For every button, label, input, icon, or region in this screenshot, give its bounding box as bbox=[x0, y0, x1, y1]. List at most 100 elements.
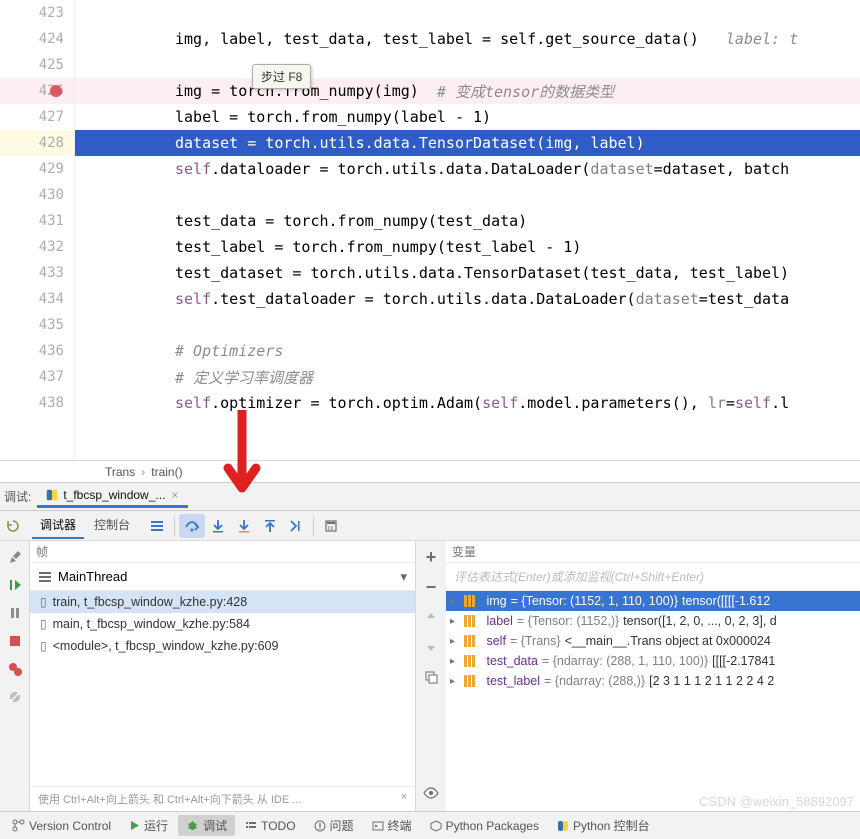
step-into-my-button[interactable] bbox=[231, 514, 257, 538]
variable-row[interactable]: ▸ test_label = {ndarray: (288,)} [2 3 1 … bbox=[446, 671, 860, 691]
thread-selector[interactable]: MainThread ▾ bbox=[30, 563, 415, 591]
modify-run-button[interactable] bbox=[5, 547, 25, 567]
line-number[interactable]: 434 bbox=[0, 286, 74, 312]
step-into-button[interactable] bbox=[205, 514, 231, 538]
sb-python-packages[interactable]: Python Packages bbox=[422, 817, 547, 835]
line-number[interactable]: 433 bbox=[0, 260, 74, 286]
mute-bp-button[interactable] bbox=[5, 687, 25, 707]
copy-button[interactable] bbox=[421, 667, 441, 687]
up-button[interactable] bbox=[421, 607, 441, 627]
remove-watch-button[interactable]: − bbox=[421, 577, 441, 597]
line-number[interactable]: 428 bbox=[0, 130, 74, 156]
breakpoint-icon[interactable] bbox=[50, 85, 62, 97]
code-line bbox=[75, 182, 860, 208]
code-line: test_data = torch.from_numpy(test_data) bbox=[75, 208, 860, 234]
layout-button[interactable] bbox=[144, 514, 170, 538]
code-line-current: dataset = torch.utils.data.TensorDataset… bbox=[75, 130, 860, 156]
sb-debug[interactable]: 调试 bbox=[178, 815, 235, 836]
line-number[interactable]: 437 bbox=[0, 364, 74, 390]
variable-row[interactable]: ▸ label = {Tensor: (1152,)} tensor([1, 2… bbox=[446, 611, 860, 631]
stack-frame[interactable]: ▯<module>, t_fbcsp_window_kzhe.py:609 bbox=[30, 635, 415, 657]
warn-icon bbox=[314, 820, 326, 832]
code-area[interactable]: img, label, test_data, test_label = self… bbox=[75, 0, 860, 460]
frame-icon: ▯ bbox=[40, 639, 47, 653]
chevron-right-icon: › bbox=[141, 465, 145, 479]
line-number[interactable]: 424 bbox=[0, 26, 74, 52]
stack-frame[interactable]: ▯train, t_fbcsp_window_kzhe.py:428 bbox=[30, 591, 415, 613]
package-icon bbox=[430, 820, 442, 832]
add-watch-button[interactable]: + bbox=[421, 547, 441, 567]
code-line: test_label = torch.from_numpy(test_label… bbox=[75, 234, 860, 260]
code-line: self.optimizer = torch.optim.Adam(self.m… bbox=[75, 390, 860, 416]
list-icon bbox=[245, 820, 257, 832]
line-number[interactable]: 436 bbox=[0, 338, 74, 364]
breadcrumb-item[interactable]: Trans bbox=[105, 465, 135, 479]
play-icon bbox=[129, 820, 140, 831]
debug-panel: 调试: t_fbcsp_window_... × 调试器 控制台 步过 F8 bbox=[0, 482, 860, 811]
line-number[interactable]: 425 bbox=[0, 52, 74, 78]
line-number[interactable]: 432 bbox=[0, 234, 74, 260]
run-to-cursor-button[interactable] bbox=[283, 514, 309, 538]
line-number[interactable] bbox=[0, 416, 74, 442]
down-button[interactable] bbox=[421, 637, 441, 657]
variable-row[interactable]: ▸ self = {Trans} <__main__.Trans object … bbox=[446, 631, 860, 651]
vars-toolbar: + − bbox=[416, 541, 446, 811]
status-bar: Version Control 运行 调试 TODO 问题 终端 Python … bbox=[0, 811, 860, 839]
watches-view-button[interactable] bbox=[421, 783, 441, 803]
expand-icon[interactable]: ▸ bbox=[450, 676, 460, 687]
frame-icon: ▯ bbox=[40, 617, 47, 631]
stop-button[interactable] bbox=[5, 631, 25, 651]
breadcrumb-item[interactable]: train() bbox=[151, 465, 182, 479]
expand-icon[interactable]: ▸ bbox=[450, 656, 460, 667]
evaluate-input[interactable]: 评估表达式(Enter)或添加监视(Ctrl+Shift+Enter) bbox=[446, 563, 860, 591]
bug-icon bbox=[186, 819, 199, 832]
expand-icon[interactable]: ▸ bbox=[450, 636, 460, 647]
line-number[interactable]: 430 bbox=[0, 182, 74, 208]
vars-header: 变量 bbox=[446, 541, 860, 563]
line-number[interactable]: 427 bbox=[0, 104, 74, 130]
close-icon[interactable]: × bbox=[169, 488, 180, 502]
variable-row[interactable]: ▸ img = {Tensor: (1152, 1, 110, 100)} te… bbox=[446, 591, 860, 611]
close-icon[interactable]: × bbox=[401, 791, 407, 807]
resume-button[interactable] bbox=[5, 575, 25, 595]
pause-button[interactable] bbox=[5, 603, 25, 623]
breadcrumb[interactable]: Trans › train() bbox=[0, 460, 860, 482]
line-number[interactable]: 426 bbox=[0, 78, 74, 104]
sb-run[interactable]: 运行 bbox=[121, 815, 176, 836]
frame-icon: ▯ bbox=[40, 595, 47, 609]
tab-console[interactable]: 控制台 bbox=[86, 512, 138, 539]
sb-python-console[interactable]: Python 控制台 bbox=[549, 815, 658, 836]
evaluate-button[interactable] bbox=[318, 514, 344, 538]
line-number[interactable]: 429 bbox=[0, 156, 74, 182]
gutter: 423 424 425 426 427 428 429 430 431 432 … bbox=[0, 0, 75, 460]
expand-icon[interactable]: ▸ bbox=[450, 596, 460, 607]
debug-tab[interactable]: t_fbcsp_window_... × bbox=[37, 485, 188, 508]
line-number[interactable]: 431 bbox=[0, 208, 74, 234]
frames-header: 帧 bbox=[30, 541, 415, 563]
line-number[interactable]: 435 bbox=[0, 312, 74, 338]
sb-version-control[interactable]: Version Control bbox=[4, 817, 119, 835]
breakpoints-button[interactable] bbox=[5, 659, 25, 679]
terminal-icon bbox=[372, 820, 384, 832]
code-editor: 423 424 425 426 427 428 429 430 431 432 … bbox=[0, 0, 860, 460]
stack-frame[interactable]: ▯main, t_fbcsp_window_kzhe.py:584 bbox=[30, 613, 415, 635]
variable-row[interactable]: ▸ test_data = {ndarray: (288, 1, 110, 10… bbox=[446, 651, 860, 671]
tab-debugger[interactable]: 调试器 bbox=[32, 512, 84, 539]
line-number[interactable]: 438 bbox=[0, 390, 74, 416]
sb-todo[interactable]: TODO bbox=[237, 817, 303, 835]
step-over-button[interactable] bbox=[179, 514, 205, 538]
branch-icon bbox=[12, 819, 25, 832]
code-line: img, label, test_data, test_label = self… bbox=[75, 26, 860, 52]
step-out-button[interactable] bbox=[257, 514, 283, 538]
frames-hint: 使用 Ctrl+Alt+向上箭头 和 Ctrl+Alt+向下箭头 从 IDE .… bbox=[30, 786, 415, 811]
threads-icon bbox=[38, 570, 52, 584]
frames-pane: 帧 MainThread ▾ ▯train, t_fbcsp_window_kz… bbox=[30, 541, 416, 811]
sb-problems[interactable]: 问题 bbox=[306, 815, 362, 836]
code-line: label = torch.from_numpy(label - 1) bbox=[75, 104, 860, 130]
code-line bbox=[75, 312, 860, 338]
rerun-button[interactable] bbox=[0, 514, 26, 538]
line-number[interactable]: 423 bbox=[0, 0, 74, 26]
expand-icon[interactable]: ▸ bbox=[450, 616, 460, 627]
tab-label: t_fbcsp_window_... bbox=[63, 488, 165, 502]
sb-terminal[interactable]: 终端 bbox=[364, 815, 420, 836]
